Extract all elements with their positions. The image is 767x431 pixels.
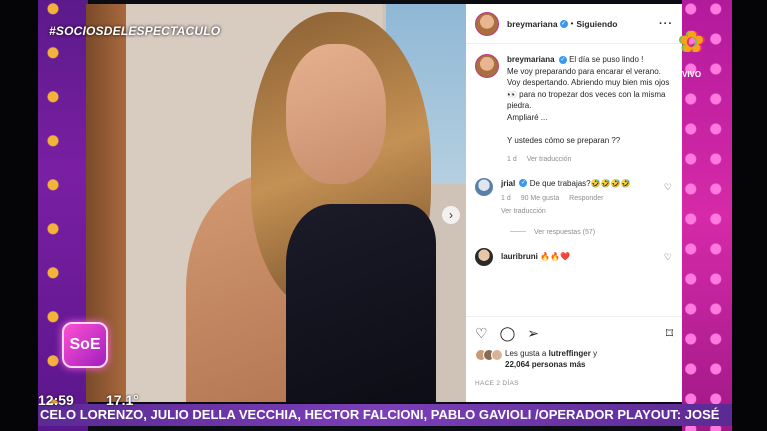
clock: 12:59 — [38, 392, 74, 408]
verified-icon: ✓ — [558, 55, 567, 64]
post-caption: breymariana ✓ El día se puso lindo ! Me … — [466, 44, 682, 166]
comment: jrial ✓ De que trabajas?🤣🤣🤣🤣 1 d 90 Me g… — [466, 166, 682, 217]
likes-user[interactable]: lutreffinger — [549, 349, 591, 358]
commenter-avatar[interactable] — [475, 247, 493, 266]
author-avatar[interactable] — [475, 11, 499, 36]
commenter-username[interactable]: lauribruni — [501, 252, 538, 261]
next-image-button[interactable]: › — [442, 206, 460, 224]
flower-logo-icon: ✿ — [679, 26, 705, 59]
posted-ago: HACE 2 DÍAS — [475, 380, 519, 387]
comment-like-icon[interactable]: ♡ — [664, 252, 672, 263]
ticker-text: CELO LORENZO, JULIO DELLA VECCHIA, HECTO… — [40, 407, 720, 422]
liker-avatars — [475, 349, 503, 361]
channel-logo: ✿ VIVO — [672, 26, 712, 80]
show-hashtag: #SOCIOSDELESPECTACULO — [49, 24, 221, 38]
show-badge: SoE — [62, 322, 108, 368]
comment-meta: 1 d 90 Me gusta Responder — [501, 193, 651, 204]
comment-time: 1 d — [501, 194, 511, 202]
right-edge — [732, 0, 767, 431]
likes-prefix: Les gusta a — [505, 349, 547, 358]
caption-time: 1 d — [507, 156, 517, 163]
verified-icon: ✓ — [519, 179, 528, 188]
caption-meta: 1 d Ver traducción — [507, 154, 673, 166]
share-icon[interactable]: ➢ — [527, 325, 539, 342]
separator-dot: • — [570, 19, 574, 28]
post-actions: ♡ ◯ ➢ ⌑ — [466, 316, 682, 342]
comment-text: 🔥🔥❤️ — [540, 251, 571, 261]
commenter-username[interactable]: jrial — [501, 179, 515, 188]
comment-likes[interactable]: 90 Me gusta — [521, 195, 560, 202]
caption-line: Ampliaré ... — [507, 112, 548, 122]
likes-summary: Les gusta a lutreffinger y 22,064 person… — [475, 348, 597, 370]
like-icon[interactable]: ♡ — [475, 325, 488, 342]
left-edge — [0, 0, 38, 431]
bookmark-icon[interactable]: ⌑ — [666, 325, 673, 342]
comment-text: De que trabajas?🤣🤣🤣🤣 — [529, 178, 631, 188]
news-ticker: CELO LORENZO, JULIO DELLA VECCHIA, HECTO… — [38, 404, 732, 426]
temperature: 17.1° — [106, 392, 139, 408]
caption-avatar[interactable] — [475, 54, 499, 78]
post-photo: › — [86, 4, 466, 402]
more-icon[interactable]: ··· — [659, 18, 673, 30]
commenter-avatar[interactable] — [475, 177, 493, 196]
comment-translate-link[interactable]: Ver traducción — [501, 208, 546, 215]
author-username[interactable]: breymariana — [507, 19, 558, 29]
likes-count[interactable]: 22,064 personas más — [505, 360, 586, 369]
caption-line: Me voy preparando para encarar el verano… — [507, 66, 661, 76]
person-top — [286, 204, 436, 402]
view-replies-link[interactable]: Ver respuestas (57) — [466, 217, 682, 236]
comment-like-icon[interactable]: ♡ — [664, 182, 672, 193]
tv-frame: › #SOCIOSDELESPECTACULO breymariana ✓ • … — [0, 0, 767, 431]
following-button[interactable]: Siguiendo — [576, 19, 617, 29]
person-face — [286, 44, 386, 184]
caption-line: Y ustedes cómo se preparan ?? — [507, 135, 621, 145]
comment-reply-button[interactable]: Responder — [569, 195, 603, 202]
liker-avatar — [491, 349, 503, 361]
caption-line: Voy despertando. Abriendo muy bien mis o… — [507, 78, 670, 110]
verified-icon: ✓ — [559, 19, 568, 28]
caption-translate-link[interactable]: Ver traducción — [527, 156, 572, 163]
caption-line: El día se puso lindo ! — [569, 55, 644, 64]
comment: lauribruni 🔥🔥❤️ ♡ — [466, 236, 682, 266]
instagram-panel: breymariana ✓ • Siguiendo ··· breymarian… — [466, 4, 682, 402]
caption-username[interactable]: breymariana — [507, 55, 555, 64]
comment-icon[interactable]: ◯ — [500, 325, 516, 342]
post-header: breymariana ✓ • Siguiendo ··· — [466, 4, 682, 44]
likes-suffix: y — [593, 349, 598, 358]
live-label: VIVO — [682, 70, 702, 79]
comment-translate-row: Ver traducción — [501, 206, 651, 217]
